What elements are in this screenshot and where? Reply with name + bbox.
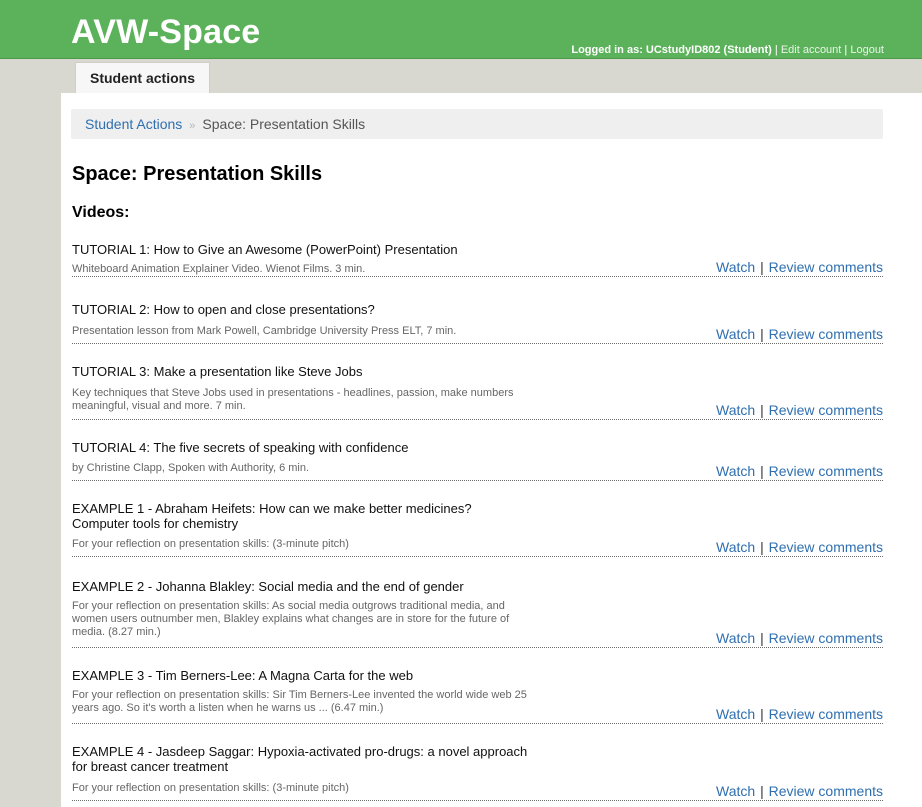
video-actions: Watch | Review comments [716,326,883,342]
video-title: TUTORIAL 2: How to open and close presen… [72,302,375,317]
video-actions: Watch | Review comments [716,783,883,799]
watch-link[interactable]: Watch [716,630,755,646]
actions-separator: | [760,463,764,479]
actions-separator: | [760,259,764,275]
videos-heading: Videos: [72,204,130,221]
video-item: EXAMPLE 1 - Abraham Heifets: How can we … [72,501,883,557]
video-title: EXAMPLE 4 - Jasdeep Saggar: Hypoxia-acti… [72,744,528,774]
watch-link[interactable]: Watch [716,259,755,275]
video-item: TUTORIAL 3: Make a presentation like Ste… [72,364,883,420]
actions-separator: | [760,706,764,722]
watch-link[interactable]: Watch [716,539,755,555]
video-actions: Watch | Review comments [716,539,883,555]
watch-link[interactable]: Watch [716,463,755,479]
review-comments-link[interactable]: Review comments [769,259,883,275]
video-title: TUTORIAL 1: How to Give an Awesome (Powe… [72,242,458,257]
breadcrumb: Student Actions » Space: Presentation Skil… [71,109,883,139]
review-comments-link[interactable]: Review comments [769,326,883,342]
logout-link[interactable]: Logout [850,44,884,56]
breadcrumb-student-actions-link[interactable]: Student Actions [85,116,182,132]
video-description: For your reflection on presentation skil… [72,782,349,794]
actions-separator: | [760,630,764,646]
watch-link[interactable]: Watch [716,326,755,342]
edit-account-link[interactable]: Edit account [781,44,842,56]
review-comments-link[interactable]: Review comments [769,783,883,799]
user-bar-separator: | [774,44,778,56]
page-title: Space: Presentation Skills [72,163,323,185]
video-description: For your reflection on presentation skil… [72,600,510,638]
video-description: Presentation lesson from Mark Powell, Ca… [72,325,457,337]
logged-in-label: Logged in as: UCstudyID802 (Student) [571,44,772,56]
breadcrumb-divider: » [189,120,196,132]
video-actions: Watch | Review comments [716,402,883,418]
tab-student-actions[interactable]: Student actions [75,62,210,93]
review-comments-link[interactable]: Review comments [769,630,883,646]
video-actions: Watch | Review comments [716,706,883,722]
video-item: TUTORIAL 1: How to Give an Awesome (Powe… [72,242,883,277]
app-header: AVW-Space Logged in as: UCstudyID802 (St… [0,0,922,59]
app-logo[interactable]: AVW-Space [71,12,260,52]
actions-separator: | [760,783,764,799]
video-description: Whiteboard Animation Explainer Video. Wi… [72,263,366,275]
main-content: Student Actions » Space: Presentation Skil… [61,93,922,807]
video-title: EXAMPLE 2 - Johanna Blakley: Social medi… [72,579,464,594]
video-description: For your reflection on presentation skil… [72,689,527,714]
video-title: TUTORIAL 3: Make a presentation like Ste… [72,364,363,379]
video-actions: Watch | Review comments [716,463,883,479]
actions-separator: | [760,326,764,342]
breadcrumb-current: Space: Presentation Skills [202,116,366,132]
review-comments-link[interactable]: Review comments [769,402,883,418]
video-description: Key techniques that Steve Jobs used in p… [72,387,514,412]
user-bar: Logged in as: UCstudyID802 (Student) | E… [571,44,884,57]
video-item: TUTORIAL 4: The five secrets of speaking… [72,440,883,481]
video-description: by Christine Clapp, Spoken with Authorit… [72,462,310,474]
user-bar-separator: | [844,44,848,56]
video-actions: Watch | Review comments [716,630,883,646]
watch-link[interactable]: Watch [716,783,755,799]
watch-link[interactable]: Watch [716,402,755,418]
video-title: TUTORIAL 4: The five secrets of speaking… [72,440,409,455]
video-title: EXAMPLE 3 - Tim Berners-Lee: A Magna Car… [72,668,414,683]
actions-separator: | [760,402,764,418]
actions-separator: | [760,539,764,555]
video-item: EXAMPLE 3 - Tim Berners-Lee: A Magna Car… [72,668,883,724]
video-item: EXAMPLE 4 - Jasdeep Saggar: Hypoxia-acti… [72,744,883,801]
video-item: TUTORIAL 2: How to open and close presen… [72,302,883,344]
review-comments-link[interactable]: Review comments [769,463,883,479]
review-comments-link[interactable]: Review comments [769,539,883,555]
watch-link[interactable]: Watch [716,706,755,722]
video-description: For your reflection on presentation skil… [72,538,349,550]
video-item: EXAMPLE 2 - Johanna Blakley: Social medi… [72,579,883,648]
video-actions: Watch | Review comments [716,259,883,275]
video-title: EXAMPLE 1 - Abraham Heifets: How can we … [72,501,472,531]
review-comments-link[interactable]: Review comments [769,706,883,722]
